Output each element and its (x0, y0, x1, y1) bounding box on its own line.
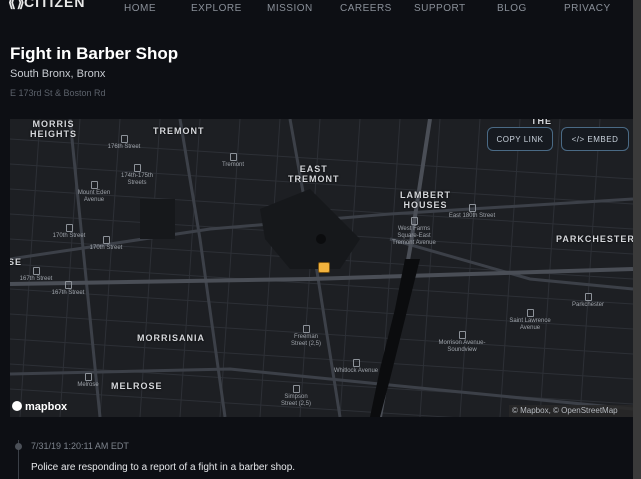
update-timestamp: 7/31/19 1:20:11 AM EDT (31, 441, 129, 451)
station-freeman-street: Freeman Street (2,5) (281, 325, 331, 348)
subway-icon (102, 236, 110, 244)
map-label-melrose: MELROSE (111, 381, 163, 391)
incident-address: E 173rd St & Boston Rd (10, 88, 106, 98)
subway-icon (458, 331, 466, 339)
top-navigation: ⟪⟫CITIZEN HOME EXPLORE MISSION CAREERS S… (0, 0, 633, 16)
map-label-lambert-houses: LAMBERT HOUSES (400, 190, 451, 210)
station-mount-eden: Mount Eden Avenue (69, 181, 119, 204)
nav-blog[interactable]: BLOG (497, 3, 527, 14)
nav-mission[interactable]: MISSION (267, 3, 313, 14)
station-east-180th: East 180th Street (447, 204, 497, 220)
station-morrison-soundview: Morrison Avenue- Soundview (437, 331, 487, 354)
station-parkchester: Parkchester (563, 293, 613, 309)
subway-icon (84, 373, 92, 381)
subway-icon (526, 309, 534, 317)
subway-icon (65, 224, 73, 232)
subway-icon (229, 153, 237, 161)
subway-icon (292, 385, 300, 393)
station-167th-street-2: 167th Street (43, 281, 93, 297)
subway-icon (410, 217, 418, 225)
mapbox-logo-icon (12, 401, 22, 411)
station-174th-175th: 174th-175th Streets (112, 164, 162, 187)
subway-icon (352, 359, 360, 367)
station-west-farms: West Farms Square-East Tremont Avenue (389, 217, 439, 247)
citizen-logo[interactable]: ⟪⟫CITIZEN (8, 0, 85, 11)
nav-explore[interactable]: EXPLORE (191, 3, 242, 14)
station-saint-lawrence: Saint Lawrence Avenue (505, 309, 555, 332)
station-tremont: Tremont (208, 153, 258, 169)
subway-icon (64, 281, 72, 289)
station-170th-street-2: 170th Street (81, 236, 131, 252)
station-whitlock-avenue: Whitlock Avenue (331, 359, 381, 375)
incident-location-marker[interactable] (318, 262, 330, 273)
map-label-morrisania: MORRISANIA (137, 333, 205, 343)
embed-button[interactable]: </> EMBED (561, 127, 629, 151)
subway-icon (32, 267, 40, 275)
map-label-east-tremont: EAST TREMONT (288, 164, 340, 184)
station-melrose: Melrose (63, 373, 113, 389)
update-text: Police are responding to a report of a f… (31, 462, 296, 473)
map-label-morris-heights: MORRIS HEIGHTS (30, 119, 78, 139)
subway-icon (584, 293, 592, 301)
citizen-logo-icon: ⟪⟫ (8, 0, 26, 10)
brand-name: CITIZEN (24, 0, 86, 10)
page-frame: ⟪⟫CITIZEN HOME EXPLORE MISSION CAREERS S… (0, 0, 641, 479)
incident-location: South Bronx, Bronx (10, 68, 106, 80)
mapbox-logo[interactable]: mapbox (12, 401, 67, 413)
nav-careers[interactable]: CAREERS (340, 3, 392, 14)
station-simpson-street: Simpson Street (2,5) (271, 385, 321, 408)
map-label-tremont: TREMONT (153, 126, 205, 136)
nav-privacy[interactable]: PRIVACY (564, 3, 611, 14)
map-attribution[interactable]: © Mapbox, © OpenStreetMap (509, 405, 633, 417)
mapbox-label: mapbox (25, 401, 68, 413)
subway-icon (468, 204, 476, 212)
map-label-se: SE (10, 257, 23, 267)
incident-title: Fight in Barber Shop (10, 44, 179, 63)
copy-link-button[interactable]: COPY LINK (487, 127, 553, 151)
station-176th-street: 176th Street (99, 135, 149, 151)
subway-icon (120, 135, 128, 143)
map-label-parkchester: PARKCHESTER (556, 234, 633, 244)
subway-icon (133, 164, 141, 172)
subway-icon (302, 325, 310, 333)
subway-icon (90, 181, 98, 189)
timeline-dot-icon (15, 443, 22, 450)
nav-support[interactable]: SUPPORT (414, 3, 466, 14)
nav-home[interactable]: HOME (124, 3, 156, 14)
